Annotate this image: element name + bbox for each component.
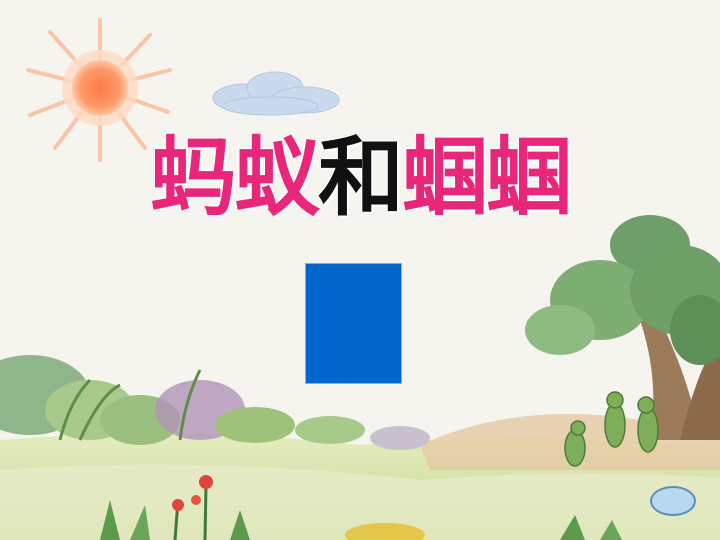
blue-rectangle [305,263,402,384]
title-and: 和 [318,127,404,228]
title-ants: 蚂蚁 [150,127,320,228]
nav-oval-button[interactable] [650,486,696,516]
page-title: 蚂蚁和蝈蝈 [0,128,720,228]
title-grasshoppers: 蝈蝈 [402,127,572,228]
